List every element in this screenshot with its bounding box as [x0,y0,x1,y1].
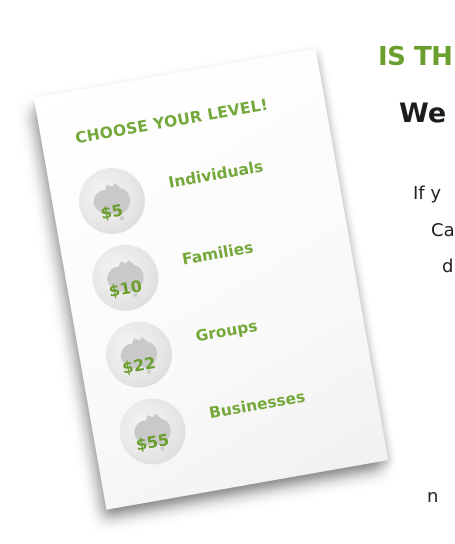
article-text-line: n [427,486,439,507]
level-label: Families [180,238,255,269]
price-badge: $22 [100,316,178,393]
price-badge: $5 [73,162,151,240]
level-label: Groups [194,316,259,346]
price-badge: $55 [114,393,191,470]
membership-level-card: CHOOSE YOUR LEVEL! $5 Individuals $10 Fa… [33,48,389,510]
article-text-line: d [442,256,454,277]
level-label: Businesses [207,387,307,423]
article-heading: IS TH [378,42,453,72]
page: IS TH We If y Ca d n CHOOSE YOUR LEVEL! … [0,0,455,544]
level-label: Individuals [167,157,265,192]
article-text-line: If y [413,183,442,204]
price-badge: $10 [87,239,164,317]
card-title: CHOOSE YOUR LEVEL! [73,95,270,148]
article-subheading: We [399,98,447,129]
article-text-line: Ca [431,220,455,241]
